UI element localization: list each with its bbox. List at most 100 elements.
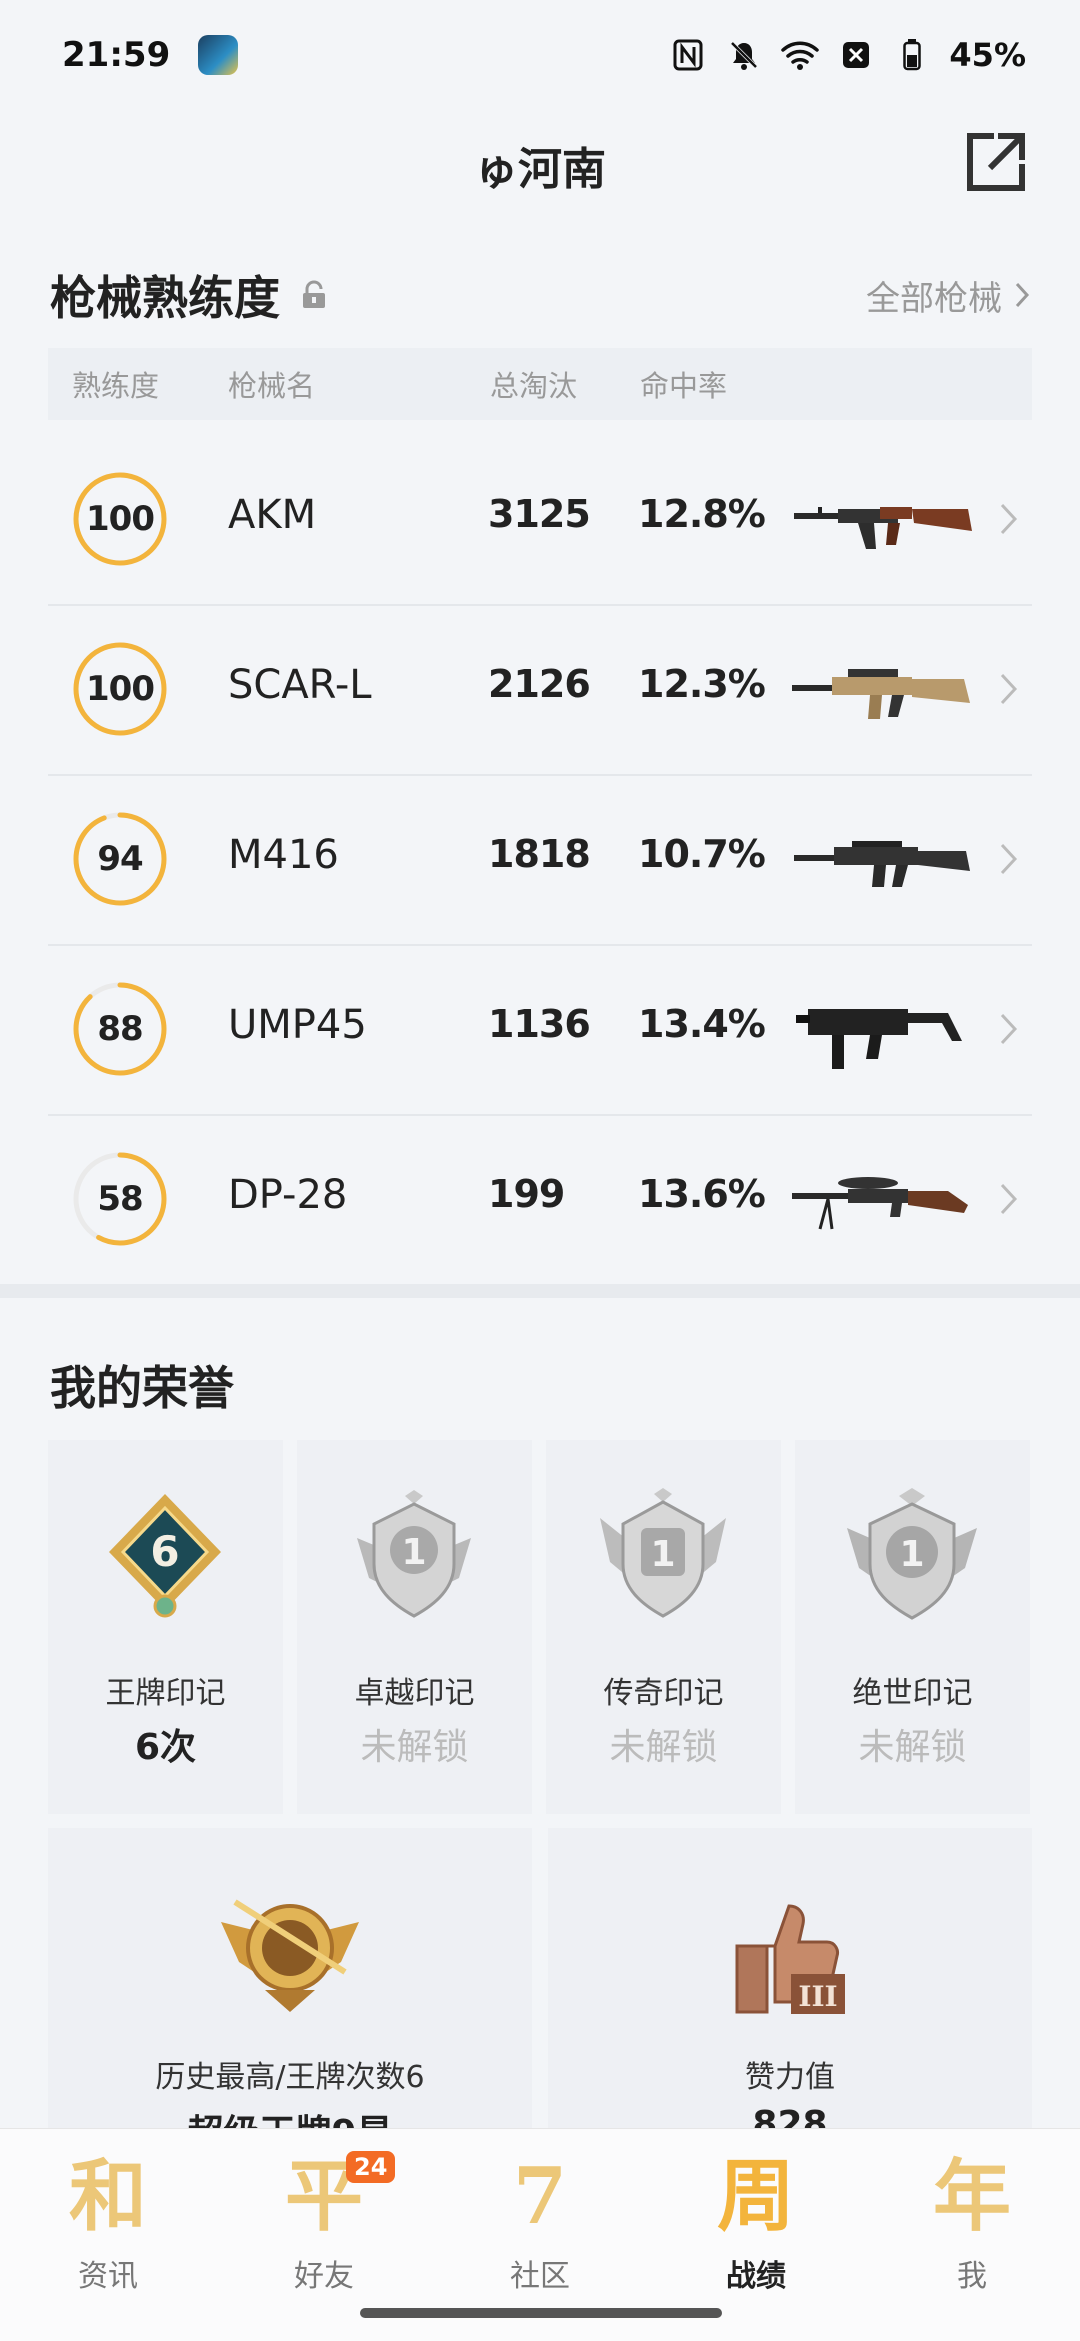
like-power-card[interactable]: III 赞力值 828	[548, 1828, 1032, 2128]
mastery-value: 88	[97, 1009, 143, 1049]
home-indicator[interactable]	[360, 2308, 722, 2318]
tab-news[interactable]: 和 资讯	[0, 2147, 216, 2297]
honor-value: 未解锁	[609, 1727, 718, 1768]
weapon-name: M416	[228, 832, 339, 878]
weapon-mastery-header: 枪械熟练度 全部枪械	[50, 260, 1030, 330]
no-sim-icon	[837, 36, 875, 74]
section-divider	[0, 1284, 1080, 1298]
highest-rank-card[interactable]: 历史最高/王牌次数6 超级王牌9星	[48, 1828, 532, 2128]
tab-friends[interactable]: 平 好友 24	[216, 2147, 432, 2297]
column-header-weapon-name: 枪械名	[228, 369, 316, 403]
gold-rank-badge-icon	[221, 1899, 359, 2012]
lock-icon	[303, 280, 325, 308]
status-bar: 21:59 45%	[0, 0, 1080, 110]
svg-text:III: III	[798, 1980, 837, 2013]
column-header-hit-rate: 命中率	[640, 369, 728, 403]
chevron-right-icon	[1015, 282, 1030, 308]
honor-label: 卓越印记	[354, 1676, 475, 1711]
battery-percent: 45%	[949, 36, 1026, 74]
weapon-row-dp-28[interactable]: 58 DP-28 199 13.6%	[48, 1114, 1032, 1284]
dp-28-gun-image	[792, 1177, 968, 1230]
weapon-hit-rate: 13.4%	[638, 1002, 766, 1046]
weapon-mastery-title: 枪械熟练度	[50, 271, 280, 325]
all-weapons-label: 全部枪械	[866, 278, 1002, 319]
silver-peerless-badge-icon: 1	[847, 1488, 977, 1620]
honor-label: 王牌印记	[105, 1676, 226, 1711]
tab-label: 我	[957, 2259, 987, 2294]
weapon-row-m416[interactable]: 94 M416 1818 10.7%	[48, 774, 1032, 946]
friends-tab-icon: 平	[284, 2151, 363, 2242]
status-time: 21:59	[62, 35, 171, 75]
chevron-right-icon	[1000, 1183, 1018, 1215]
svg-text:1: 1	[899, 1534, 924, 1575]
column-header-kills: 总淘汰	[490, 369, 578, 403]
share-icon	[967, 133, 1025, 191]
page-title: ゅ河南	[474, 144, 606, 195]
column-header-mastery: 熟练度	[72, 369, 160, 403]
news-tab-icon: 和	[68, 2151, 147, 2242]
honor-card-ace[interactable]: 6 王牌印记 6次	[48, 1440, 283, 1814]
weapon-hit-rate: 13.6%	[638, 1172, 766, 1216]
honor-card-peerless[interactable]: 1 绝世印记 未解锁	[795, 1440, 1030, 1814]
weapon-row-ump45[interactable]: 88 UMP45 1136 13.4%	[48, 944, 1032, 1116]
weapon-row-akm[interactable]: 100 AKM 3125 12.8%	[48, 434, 1032, 606]
mute-icon	[725, 36, 763, 74]
community-tab-icon: 7	[512, 2151, 568, 2242]
tab-me[interactable]: 年 我	[864, 2147, 1080, 2297]
page-header: ゅ河南	[0, 110, 1080, 220]
honor-card-legend[interactable]: 1 传奇印记 未解锁	[546, 1440, 781, 1814]
mastery-value: 100	[86, 669, 155, 709]
weapon-kills: 1818	[488, 832, 591, 876]
m416-rifle-image	[794, 841, 970, 887]
weapon-table-header: 熟练度 枪械名 总淘汰 命中率	[48, 348, 1032, 420]
mastery-value: 100	[86, 499, 155, 539]
like-power-value: 828	[752, 2104, 828, 2128]
mastery-value: 94	[97, 839, 143, 879]
honor-label: 绝世印记	[852, 1676, 973, 1711]
share-button[interactable]	[954, 122, 1036, 204]
thumbs-up-badge-icon: III	[735, 1904, 845, 2014]
chevron-right-icon	[1000, 503, 1018, 535]
like-power-label: 赞力值	[745, 2060, 835, 2095]
honor-value: 未解锁	[360, 1727, 469, 1768]
honor-value: 未解锁	[858, 1727, 967, 1768]
weapon-kills: 1136	[488, 1002, 591, 1046]
tab-community[interactable]: 7 社区	[432, 2147, 648, 2297]
silver-legend-badge-icon: 1	[600, 1488, 726, 1618]
all-weapons-link[interactable]: 全部枪械	[866, 271, 1030, 320]
weapon-hit-rate: 10.7%	[638, 832, 766, 876]
notification-badge: 24	[346, 2151, 396, 2183]
weapon-hit-rate: 12.3%	[638, 662, 766, 706]
tab-label: 好友	[294, 2259, 354, 2294]
app-notification-icon	[198, 35, 239, 75]
wifi-icon	[781, 36, 820, 74]
weapon-kills: 3125	[488, 492, 591, 536]
chevron-right-icon	[1000, 1013, 1018, 1045]
honor-label: 传奇印记	[603, 1676, 724, 1711]
akm-rifle-image	[794, 507, 972, 549]
record-tab-icon: 周	[716, 2151, 795, 2242]
weapon-hit-rate: 12.8%	[638, 492, 766, 536]
mastery-value: 58	[97, 1179, 143, 1219]
me-tab-icon: 年	[932, 2151, 1011, 2242]
chevron-right-icon	[1000, 673, 1018, 705]
weapon-name: UMP45	[228, 1002, 367, 1048]
weapon-row-scar-l[interactable]: 100 SCAR-L 2126 12.3%	[48, 604, 1032, 776]
weapon-name: DP-28	[228, 1172, 348, 1218]
svg-text:1: 1	[650, 1534, 675, 1575]
honor-card-excellent[interactable]: 1 卓越印记 未解锁	[297, 1440, 532, 1814]
chevron-right-icon	[1000, 843, 1018, 875]
ump45-smg-image	[796, 1009, 962, 1069]
tab-record[interactable]: 周 战绩	[648, 2147, 864, 2297]
weapon-kills: 199	[488, 1172, 565, 1216]
silver-excellent-badge-icon: 1	[357, 1490, 471, 1618]
weapon-kills: 2126	[488, 662, 591, 706]
svg-text:6: 6	[150, 1527, 179, 1576]
weapon-name: SCAR-L	[228, 662, 372, 708]
highest-rank-label: 历史最高/王牌次数6	[155, 2060, 425, 2095]
ace-badge-icon: 6	[109, 1494, 221, 1618]
highest-rank-value: 超级王牌9星	[48, 2104, 532, 2128]
nfc-icon	[669, 36, 707, 74]
honor-value: 6次	[134, 1727, 197, 1768]
honors-header: 我的荣誉	[50, 1350, 1030, 1420]
